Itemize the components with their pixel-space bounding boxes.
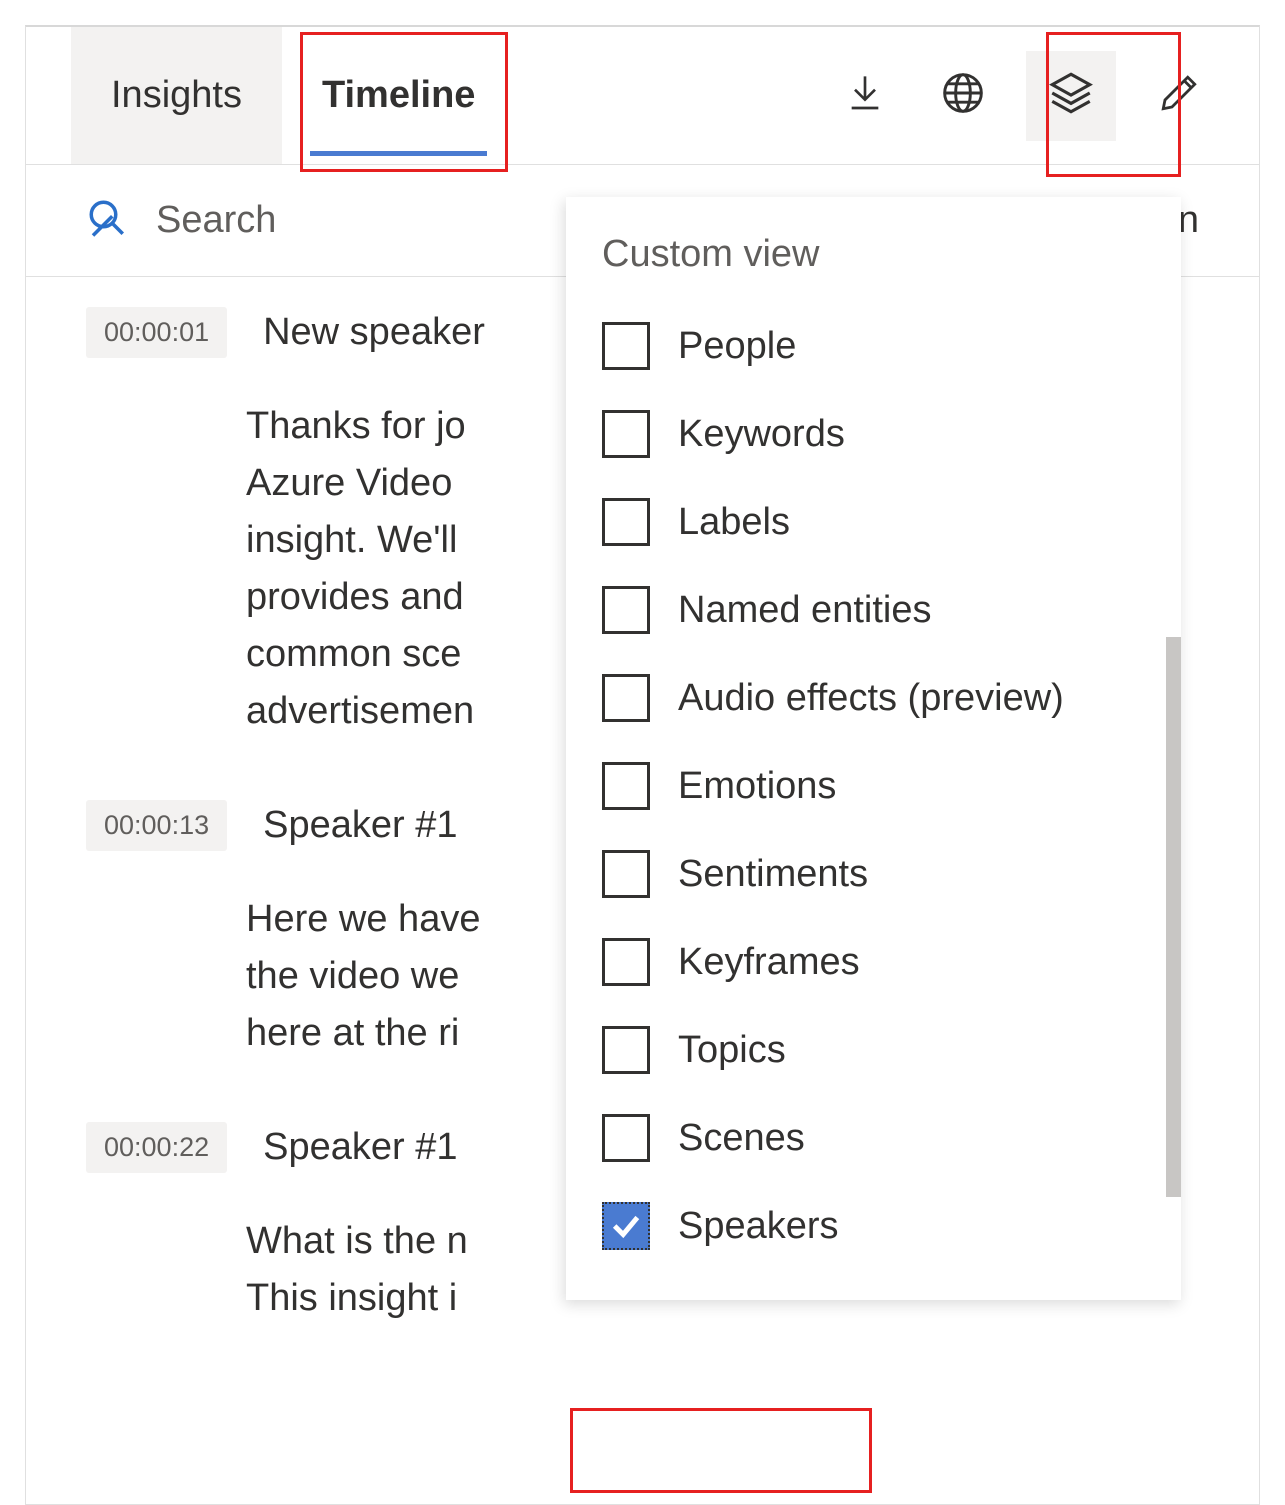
view-options-button[interactable] — [1026, 51, 1116, 141]
dropdown-item-label: Scenes — [678, 1117, 805, 1160]
speaker-name: New speaker — [263, 311, 485, 354]
timestamp-badge: 00:00:01 — [86, 307, 227, 358]
checkbox-icon — [602, 762, 650, 810]
dropdown-item-label: Speakers — [678, 1205, 839, 1248]
dropdown-item-sentiments[interactable]: Sentiments — [566, 830, 1181, 918]
checkbox-icon — [602, 938, 650, 986]
insights-panel: Insights Timeline — [25, 25, 1260, 1505]
checkbox-icon — [602, 674, 650, 722]
layers-icon — [1046, 68, 1096, 123]
checkbox-icon — [602, 850, 650, 898]
dropdown-item-label: Keywords — [678, 413, 845, 456]
checkbox-icon — [602, 498, 650, 546]
checkbox-icon — [602, 410, 650, 458]
dropdown-item-keyframes[interactable]: Keyframes — [566, 918, 1181, 1006]
dropdown-item-audio-effects[interactable]: Audio effects (preview) — [566, 654, 1181, 742]
globe-icon — [941, 71, 985, 120]
custom-view-dropdown: Custom view People Keywords Labels Named… — [566, 197, 1181, 1300]
dropdown-item-emotions[interactable]: Emotions — [566, 742, 1181, 830]
dropdown-title: Custom view — [566, 227, 1181, 302]
dropdown-item-speakers[interactable]: Speakers — [566, 1182, 1181, 1270]
search-icon — [86, 197, 128, 244]
search-input[interactable] — [156, 199, 556, 242]
timestamp-badge: 00:00:13 — [86, 800, 227, 851]
edit-button[interactable] — [1144, 61, 1214, 131]
dropdown-item-label: Topics — [678, 1029, 786, 1072]
panel-header: Insights Timeline — [26, 27, 1259, 165]
dropdown-item-label: Keyframes — [678, 941, 860, 984]
checkbox-checked-icon — [602, 1202, 650, 1250]
download-button[interactable] — [830, 61, 900, 131]
tab-label: Timeline — [322, 74, 475, 117]
speaker-name: Speaker #1 — [263, 804, 457, 847]
download-icon — [845, 71, 885, 120]
dropdown-item-named-entities[interactable]: Named entities — [566, 566, 1181, 654]
dropdown-item-labels[interactable]: Labels — [566, 478, 1181, 566]
checkbox-icon — [602, 1026, 650, 1074]
tab-label: Insights — [111, 74, 242, 117]
dropdown-scrollbar[interactable] — [1166, 637, 1181, 1197]
dropdown-item-label: Emotions — [678, 765, 836, 808]
dropdown-item-label: Labels — [678, 501, 790, 544]
timestamp-badge: 00:00:22 — [86, 1122, 227, 1173]
dropdown-item-label: Sentiments — [678, 853, 868, 896]
dropdown-item-keywords[interactable]: Keywords — [566, 390, 1181, 478]
speaker-name: Speaker #1 — [263, 1126, 457, 1169]
header-actions — [830, 27, 1259, 164]
dropdown-item-label: Named entities — [678, 589, 931, 632]
language-button[interactable] — [928, 61, 998, 131]
tab-timeline[interactable]: Timeline — [282, 27, 515, 164]
dropdown-item-topics[interactable]: Topics — [566, 1006, 1181, 1094]
dropdown-item-people[interactable]: People — [566, 302, 1181, 390]
checkbox-icon — [602, 1114, 650, 1162]
dropdown-item-scenes[interactable]: Scenes — [566, 1094, 1181, 1182]
dropdown-item-label: Audio effects (preview) — [678, 677, 1064, 720]
checkbox-icon — [602, 586, 650, 634]
checkbox-icon — [602, 322, 650, 370]
tab-bar: Insights Timeline — [71, 27, 515, 164]
tab-insights[interactable]: Insights — [71, 27, 282, 164]
pencil-icon — [1158, 72, 1200, 119]
dropdown-item-label: People — [678, 325, 796, 368]
